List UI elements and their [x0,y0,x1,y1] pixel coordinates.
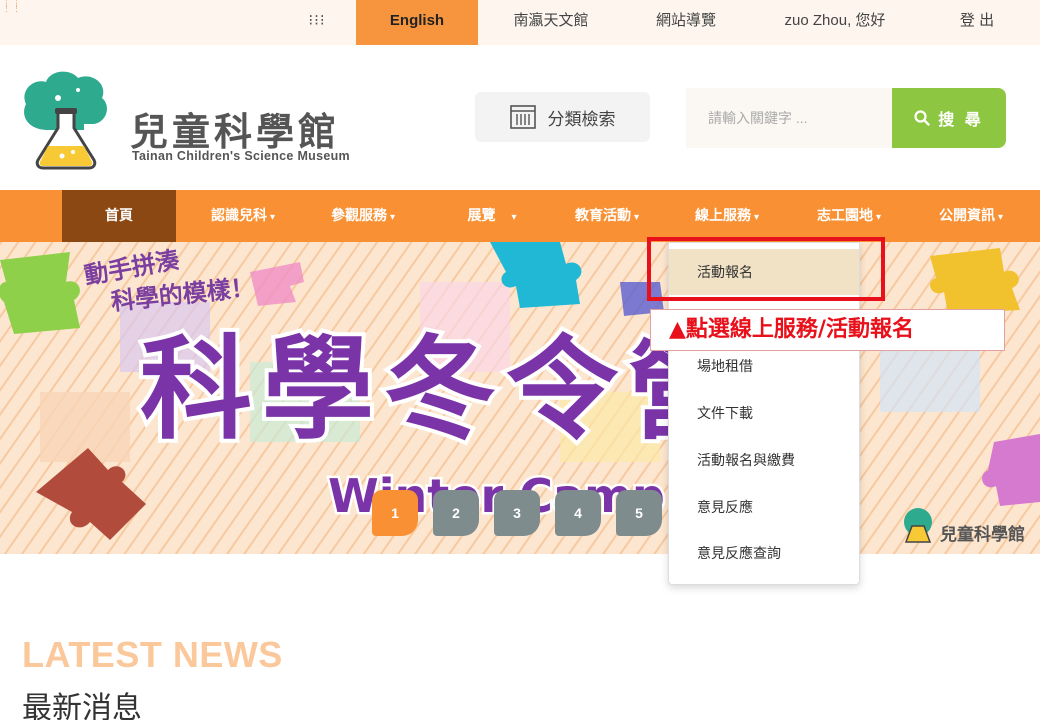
nav-item-label: 首頁 [105,207,133,223]
category-search-button[interactable]: 分類檢索 [475,92,650,142]
nav-item-public-info[interactable]: 公開資訊 ▾ [924,190,1018,242]
nav-item-about[interactable]: 認識兒科 ▾ [196,190,290,242]
logo-title[interactable]: 兒童科學館 [130,101,340,156]
chevron-down-icon: ▾ [633,212,640,223]
search-button-label: 搜 尋 [938,112,984,129]
nav-item-label: 參觀服務 [330,207,387,223]
search-box: 搜 尋 [686,88,1006,148]
dropdown-item-feedback-query[interactable]: 意見反應查詢 [669,530,859,576]
nav-item-label: 教育活動 [574,207,631,223]
slide-dot-1[interactable]: 1 [372,490,418,536]
chevron-down-icon: ▾ [753,212,760,223]
corner-dots-icon: ⋮⋮ ⋮⋮ [2,0,22,13]
nav-item-education[interactable]: 教育活動 ▾ [560,190,654,242]
nav-item-visit[interactable]: 參觀服務 ▾ [316,190,410,242]
sitemap-link[interactable]: 網站導覽 [640,0,732,45]
astronomy-museum-link[interactable]: 南瀛天文館 [497,0,605,45]
chevron-down-icon: ▾ [511,212,517,223]
dropdown-item-document-download[interactable]: 文件下載 [669,390,859,436]
slide-dot-4[interactable]: 4 [555,490,601,536]
nav-item-exhibition[interactable]: 展覽 ▾ [452,190,532,242]
nav-item-volunteer[interactable]: 志工園地 ▾ [802,190,896,242]
search-icon [914,110,930,126]
grid-icon[interactable]: ⁝⁝⁝ [292,0,342,45]
latest-news-subtitle: 最新消息 [22,691,142,720]
nav-item-label: 公開資訊 [938,207,995,223]
chevron-down-icon: ▾ [997,212,1004,223]
annotation-callout: ▲點選線上服務/活動報名 [650,309,1005,351]
nav-item-label: 展覽 [467,207,496,223]
nav-item-label: 線上服務 [694,207,751,223]
slide-pager: 1 2 3 4 5 [372,490,662,536]
nav-item-label: 志工園地 [816,207,873,223]
nav-item-online-services[interactable]: 線上服務 ▾ [680,190,774,242]
dropdown-item-registration-payment[interactable]: 活動報名與繳費 [669,437,859,483]
chevron-down-icon: ▾ [269,212,276,223]
slide-dot-3[interactable]: 3 [494,490,540,536]
slide-dot-2[interactable]: 2 [433,490,479,536]
category-search-label: 分類檢索 [547,109,616,129]
chevron-down-icon: ▾ [389,212,396,223]
banner-corner-logo: 兒童科學館 [940,524,1025,545]
search-input[interactable] [690,91,890,145]
latest-news-title: LATEST NEWS [22,634,283,675]
slide-dot-5[interactable]: 5 [616,490,662,536]
logo-subtitle: Tainan Children's Science Museum [132,149,350,163]
tree-flask-logo-icon[interactable] [18,68,114,170]
nav-item-home[interactable]: 首頁 [62,190,176,242]
user-greeting[interactable]: zuo Zhou, 您好 [768,0,902,45]
search-button[interactable]: 搜 尋 [892,88,1006,148]
main-nav: 首頁 認識兒科 ▾ 參觀服務 ▾ 展覽 ▾ 教育活動 ▾ 線上服務 ▾ 志工園地 ▾ 公開資… [0,190,1040,242]
nav-item-label: 認識兒科 [210,207,267,223]
logout-link[interactable]: 登 出 [940,0,1014,45]
dropdown-item-feedback[interactable]: 意見反應 [669,484,859,530]
catalog-icon [509,105,536,129]
annotation-highlight-box [647,237,885,301]
top-bar: ⋮⋮ ⋮⋮ ⁝⁝⁝ English 南瀛天文館 網站導覽 zuo Zhou, 您好… [0,0,1040,45]
chevron-down-icon: ▾ [875,212,882,223]
english-link[interactable]: English [356,0,478,45]
